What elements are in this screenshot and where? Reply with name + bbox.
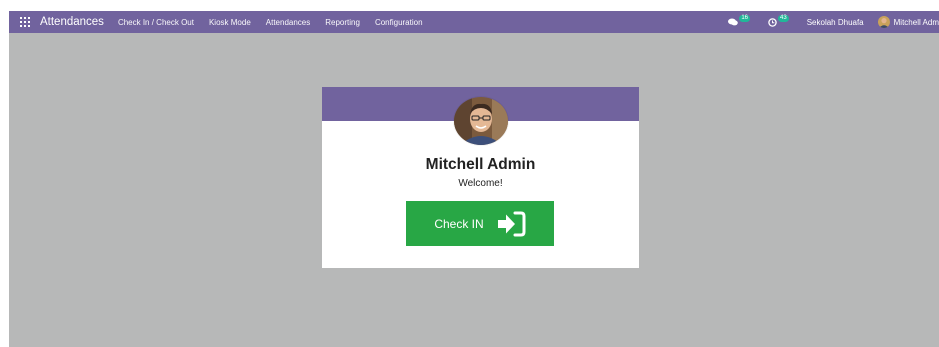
- activities-count-badge: 43: [778, 14, 789, 22]
- apps-menu-icon[interactable]: [20, 17, 30, 27]
- user-menu[interactable]: Mitchell Adm: [877, 16, 939, 28]
- menu-check-in-check-out[interactable]: Check In / Check Out: [118, 18, 194, 27]
- menu-configuration[interactable]: Configuration: [375, 18, 423, 27]
- chat-icon: [728, 18, 739, 26]
- top-navbar: Attendances Check In / Check Out Kiosk M…: [9, 11, 939, 33]
- company-switcher[interactable]: Sekolah Dhuafa: [807, 18, 864, 27]
- app-window: Attendances Check In / Check Out Kiosk M…: [9, 11, 939, 347]
- employee-name: Mitchell Admin: [425, 156, 536, 173]
- app-title[interactable]: Attendances: [40, 16, 104, 28]
- menu-attendances[interactable]: Attendances: [266, 18, 310, 27]
- messages-count-badge: 16: [739, 14, 751, 22]
- employee-avatar: [454, 97, 508, 145]
- navbar-systray: 16 43 Sekolah Dhuafa Mitchell Adm: [728, 14, 939, 28]
- kiosk-card: Mitchell Admin Welcome! Check IN: [322, 87, 639, 268]
- clock-icon: [768, 17, 777, 27]
- welcome-message: Welcome!: [458, 178, 503, 189]
- user-avatar: [877, 16, 890, 28]
- menu-kiosk-mode[interactable]: Kiosk Mode: [209, 18, 251, 27]
- activities-button[interactable]: 43: [768, 14, 789, 27]
- user-name: Mitchell Adm: [893, 17, 939, 27]
- sign-in-icon: [497, 211, 526, 236]
- check-in-label: Check IN: [434, 216, 484, 231]
- menu-reporting[interactable]: Reporting: [325, 18, 360, 27]
- messages-button[interactable]: 16: [728, 14, 751, 26]
- check-in-button[interactable]: Check IN: [406, 201, 554, 246]
